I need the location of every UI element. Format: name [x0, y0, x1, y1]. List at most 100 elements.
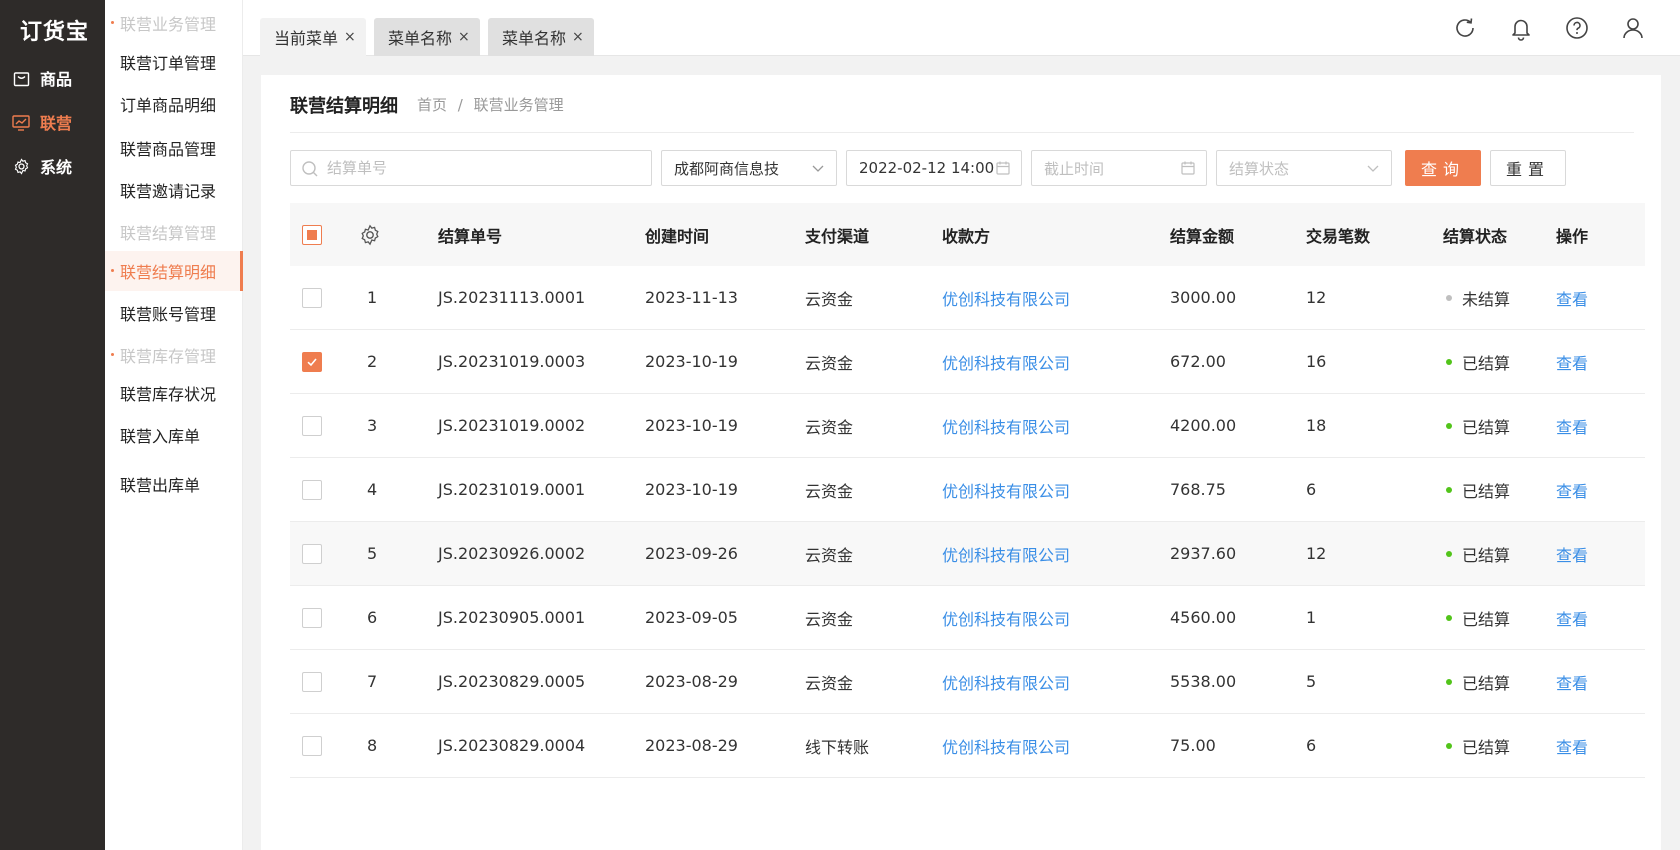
trade-count: 5 [1306, 672, 1317, 691]
view-link[interactable]: 查看 [1556, 522, 1588, 585]
status-badge: 未结算 [1446, 266, 1510, 329]
tab-current[interactable]: 当前菜单 × [260, 18, 366, 56]
row-checkbox[interactable] [302, 607, 322, 628]
bag-icon [12, 69, 30, 87]
row-index: 3 [367, 416, 378, 435]
payee-link[interactable]: 优创科技有限公司 [942, 522, 1070, 585]
divider [290, 132, 1634, 133]
tab-label: 当前菜单 [274, 29, 339, 48]
row-select-cell [302, 586, 322, 649]
row-checkbox[interactable] [302, 415, 322, 436]
breadcrumb-home[interactable]: 首页 [417, 96, 447, 114]
search-icon [301, 160, 319, 182]
bell-icon[interactable] [1507, 14, 1535, 42]
payee-link[interactable]: 优创科技有限公司 [942, 650, 1070, 713]
gear-icon [12, 157, 30, 175]
view-link[interactable]: 查看 [1556, 714, 1588, 777]
view-link[interactable]: 查看 [1556, 266, 1588, 329]
pay-channel: 云资金 [805, 673, 854, 693]
row-checkbox[interactable] [302, 287, 322, 308]
column-settings-icon[interactable] [359, 203, 381, 266]
view-link[interactable]: 查看 [1556, 458, 1588, 521]
status-select[interactable]: 结算状态 [1216, 150, 1392, 186]
row-checkbox[interactable] [302, 543, 322, 564]
check-icon [307, 357, 317, 366]
nav-item-system[interactable]: 系统 [12, 152, 72, 180]
tab-menu-2[interactable]: 菜单名称 × [488, 18, 594, 56]
primary-nav: 订货宝 商品 联营 系统 [0, 0, 105, 850]
settlement-no: JS.20231019.0003 [438, 352, 586, 371]
calendar-icon [995, 160, 1011, 176]
submenu-item-inbound[interactable]: 联营入库单 [105, 415, 243, 455]
start-time-picker[interactable]: 2022-02-12 14:00 [846, 150, 1022, 186]
payee-link[interactable]: 优创科技有限公司 [942, 330, 1070, 393]
row-index: 1 [367, 288, 378, 307]
settlement-no: JS.20230829.0005 [438, 672, 586, 691]
status-text: 已结算 [1462, 609, 1511, 629]
header-action: 操作 [1556, 226, 1589, 246]
refresh-icon[interactable] [1451, 14, 1479, 42]
view-link[interactable]: 查看 [1556, 586, 1588, 649]
page-title: 联营结算明细 [290, 96, 398, 117]
status-badge: 已结算 [1446, 330, 1510, 393]
payee-link[interactable]: 优创科技有限公司 [942, 714, 1070, 777]
view-link[interactable]: 查看 [1556, 330, 1588, 393]
status-text: 已结算 [1462, 545, 1511, 565]
nav-item-goods[interactable]: 商品 [12, 64, 72, 92]
submenu-item-outbound[interactable]: 联营出库单 [105, 464, 243, 504]
submenu-item-orders[interactable]: 联营订单管理 [105, 42, 243, 82]
submenu-item-stock[interactable]: 联营库存状况 [105, 373, 243, 413]
row-checkbox[interactable] [302, 671, 322, 692]
submenu-item-settlement-detail[interactable]: 联营结算明细 [105, 251, 243, 291]
chevron-down-icon [1365, 160, 1381, 176]
status-badge: 已结算 [1446, 586, 1510, 649]
status-text: 已结算 [1462, 737, 1511, 757]
payee-link[interactable]: 优创科技有限公司 [942, 586, 1070, 649]
status-text: 已结算 [1462, 481, 1511, 501]
status-dot [1446, 486, 1452, 493]
row-select-cell [302, 330, 322, 393]
header-pay-channel: 支付渠道 [805, 226, 870, 246]
query-button[interactable]: 查询 [1405, 150, 1481, 186]
tab-label: 菜单名称 [502, 29, 567, 48]
submenu-item-accounts[interactable]: 联营账号管理 [105, 293, 243, 333]
search-field[interactable] [290, 150, 652, 186]
end-time-placeholder: 截止时间 [1044, 159, 1105, 178]
settlement-amount: 4560.00 [1170, 608, 1237, 627]
row-checkbox[interactable] [302, 735, 322, 756]
created-time: 2023-09-05 [645, 608, 738, 627]
settlement-amount: 5538.00 [1170, 672, 1237, 691]
search-input[interactable] [327, 159, 639, 177]
pay-channel: 云资金 [805, 353, 854, 373]
submenu-item-invites[interactable]: 联营邀请记录 [105, 170, 243, 210]
payee-link[interactable]: 优创科技有限公司 [942, 266, 1070, 329]
tab-menu-1[interactable]: 菜单名称 × [374, 18, 480, 56]
nav-item-joint[interactable]: 联营 [12, 108, 72, 136]
help-icon[interactable] [1563, 14, 1591, 42]
close-icon[interactable]: × [344, 29, 356, 45]
select-all-checkbox[interactable] [302, 224, 322, 245]
row-checkbox[interactable] [302, 479, 322, 500]
payee-link[interactable]: 优创科技有限公司 [942, 458, 1070, 521]
close-icon[interactable]: × [458, 29, 470, 45]
company-select[interactable]: 成都阿商信息技 [661, 150, 837, 186]
end-time-picker[interactable]: 截止时间 [1031, 150, 1207, 186]
row-checkbox[interactable] [302, 351, 322, 372]
reset-button[interactable]: 重置 [1490, 150, 1566, 186]
settlement-no: JS.20231019.0001 [438, 480, 586, 499]
view-link[interactable]: 查看 [1556, 394, 1588, 457]
trade-count: 16 [1306, 352, 1327, 371]
view-link[interactable]: 查看 [1556, 650, 1588, 713]
payee-link[interactable]: 优创科技有限公司 [942, 394, 1070, 457]
user-icon[interactable] [1619, 14, 1647, 42]
created-time: 2023-10-19 [645, 352, 738, 371]
settlement-no: JS.20230905.0001 [438, 608, 586, 627]
submenu-item-order-goods[interactable]: 订单商品明细 [105, 84, 243, 124]
breadcrumb-current[interactable]: 联营业务管理 [474, 96, 564, 114]
table-row: 2 JS.20231019.0003 2023-10-19 云资金 优创科技有限… [290, 330, 1645, 394]
trade-count: 6 [1306, 480, 1317, 499]
table-row: 3 JS.20231019.0002 2023-10-19 云资金 优创科技有限… [290, 394, 1645, 458]
submenu-item-goods[interactable]: 联营商品管理 [105, 128, 243, 168]
close-icon[interactable]: × [572, 29, 584, 45]
header-amount: 结算金额 [1170, 226, 1235, 246]
